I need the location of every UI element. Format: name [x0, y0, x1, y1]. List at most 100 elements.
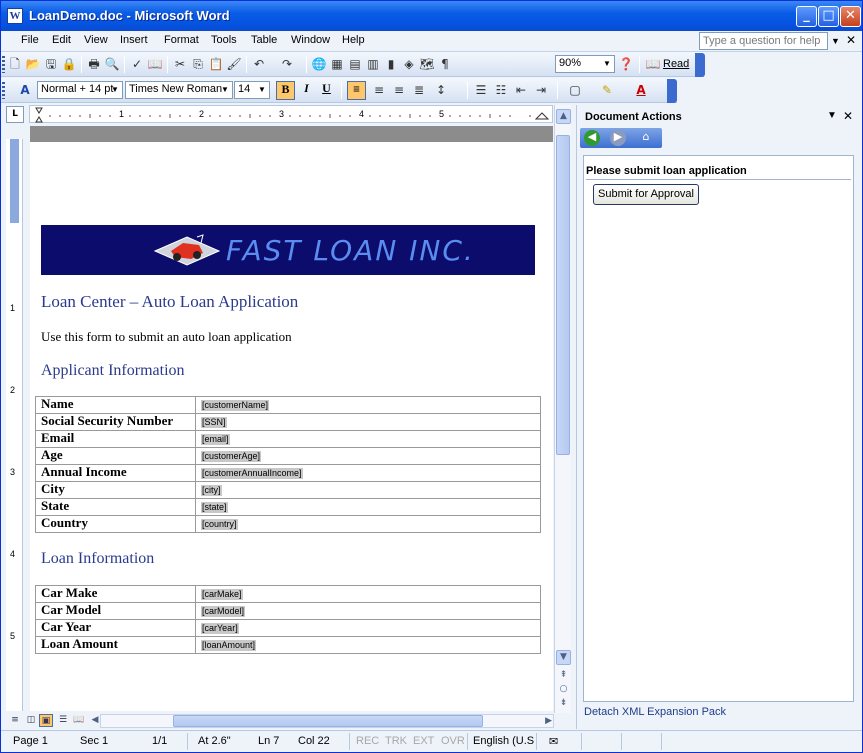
insert-table-icon[interactable]: ▤ — [347, 56, 363, 72]
toolbar-grip[interactable] — [2, 56, 5, 73]
field-label[interactable]: City — [35, 481, 196, 499]
tables-borders-icon[interactable]: ▦ — [329, 56, 345, 72]
field-label[interactable]: Loan Amount — [35, 636, 196, 654]
vertical-scrollbar[interactable]: ▲ ▼ ⇞ ○ ⇟ — [554, 105, 571, 713]
xml-field[interactable]: [carYear] — [195, 619, 541, 637]
vertical-scroll-thumb[interactable] — [556, 135, 570, 455]
menu-insert[interactable]: Insert — [120, 34, 148, 46]
field-label[interactable]: Car Year — [35, 619, 196, 637]
previous-page-icon[interactable]: ⇞ — [556, 669, 571, 684]
xml-field[interactable]: [customerName] — [195, 396, 541, 414]
toolbar-options-button[interactable] — [695, 53, 705, 77]
permission-icon[interactable]: 🔒 — [61, 56, 77, 72]
columns-icon[interactable]: ▮ — [383, 56, 399, 72]
increase-indent-icon[interactable]: ⇥ — [533, 82, 549, 98]
xml-tag[interactable]: [city] — [201, 485, 222, 496]
underline-button[interactable]: U — [317, 81, 336, 100]
xml-tag[interactable]: [state] — [201, 502, 228, 513]
horizontal-ruler[interactable]: 1 2 3 4 5 — [29, 105, 553, 123]
numbering-icon[interactable]: ☰ — [473, 82, 489, 98]
xml-tag[interactable]: [carModel] — [201, 606, 246, 617]
web-layout-icon[interactable]: ◫ — [24, 714, 38, 727]
bullets-icon[interactable]: ☷ — [493, 82, 509, 98]
xml-field[interactable]: [carMake] — [195, 585, 541, 603]
field-label[interactable]: Car Make — [35, 585, 196, 603]
submit-for-approval-button[interactable]: Submit for Approval — [593, 184, 699, 205]
borders-icon[interactable]: ▢ — [567, 82, 583, 98]
forward-icon[interactable]: ▶ — [610, 130, 626, 146]
status-rec[interactable]: REC — [356, 735, 379, 747]
xml-tag[interactable]: [carMake] — [201, 589, 243, 600]
xml-field[interactable]: [customerAnnualIncome] — [195, 464, 541, 482]
format-painter-icon[interactable]: 🖌 — [226, 56, 242, 72]
cut-icon[interactable]: ✂ — [172, 56, 188, 72]
menu-table[interactable]: Table — [251, 34, 277, 46]
field-label[interactable]: Age — [35, 447, 196, 465]
xml-field[interactable]: [email] — [195, 430, 541, 448]
menu-help[interactable]: Help — [342, 34, 365, 46]
spelling-status-icon[interactable]: ✉ — [549, 735, 558, 748]
field-label[interactable]: State — [35, 498, 196, 516]
paste-icon[interactable]: 📋 — [208, 56, 224, 72]
task-pane-menu-icon[interactable]: ▼ — [827, 110, 837, 121]
next-page-icon[interactable]: ⇟ — [556, 697, 571, 712]
applicant-heading[interactable]: Applicant Information — [41, 362, 185, 380]
read-icon[interactable]: 📖 — [645, 56, 661, 72]
horizontal-scrollbar[interactable]: ▶ — [100, 714, 554, 728]
align-left-icon[interactable]: ≡ — [347, 81, 366, 100]
loan-heading[interactable]: Loan Information — [41, 550, 154, 568]
chevron-down-icon[interactable]: ▼ — [601, 57, 613, 71]
toolbar-grip[interactable] — [2, 82, 5, 99]
new-document-icon[interactable]: 🗋 — [7, 56, 23, 72]
scroll-down-icon[interactable]: ▼ — [556, 650, 571, 665]
xml-tag[interactable]: [customerAnnualIncome] — [201, 468, 303, 479]
insert-excel-icon[interactable]: ▥ — [365, 56, 381, 72]
chevron-down-icon[interactable]: ▼ — [256, 83, 268, 97]
document-map-icon[interactable]: 🗺 — [419, 56, 435, 72]
xml-field[interactable]: [loanAmount] — [195, 636, 541, 654]
field-label[interactable]: Annual Income — [35, 464, 196, 482]
scroll-up-icon[interactable]: ▲ — [556, 109, 571, 124]
maximize-button[interactable]: □ — [818, 6, 839, 27]
status-language[interactable]: English (U.S — [473, 735, 534, 747]
menu-window[interactable]: Window — [291, 34, 330, 46]
xml-tag[interactable]: [SSN] — [201, 417, 227, 428]
menu-format[interactable]: Format — [164, 34, 199, 46]
decrease-indent-icon[interactable]: ⇤ — [513, 82, 529, 98]
chevron-down-icon[interactable]: ▼ — [109, 83, 121, 97]
xml-tag[interactable]: [email] — [201, 434, 230, 445]
field-label[interactable]: Email — [35, 430, 196, 448]
show-hide-icon[interactable]: ¶ — [437, 56, 453, 72]
task-pane-close-icon[interactable]: ✕ — [843, 109, 853, 123]
menu-edit[interactable]: Edit — [52, 34, 71, 46]
print-preview-icon[interactable]: 🔍 — [104, 56, 120, 72]
research-icon[interactable]: 📖 — [147, 56, 163, 72]
help-icon[interactable]: ❓ — [618, 56, 634, 72]
styles-icon[interactable]: A — [17, 82, 33, 98]
font-select[interactable]: Times New Roman ▼ — [125, 81, 233, 99]
field-label[interactable]: Name — [35, 396, 196, 414]
xml-field[interactable]: [carModel] — [195, 602, 541, 620]
select-browse-object-icon[interactable]: ○ — [556, 683, 571, 698]
minimize-button[interactable]: _ — [796, 6, 817, 27]
align-right-icon[interactable]: ≡ — [391, 82, 407, 98]
redo-icon[interactable]: ↷ — [279, 56, 295, 72]
detach-expansion-pack-link[interactable]: Detach XML Expansion Pack — [584, 706, 726, 718]
outline-view-icon[interactable]: ☰ — [56, 714, 70, 727]
xml-field[interactable]: [city] — [195, 481, 541, 499]
open-icon[interactable]: 📂 — [25, 56, 41, 72]
field-label[interactable]: Car Model — [35, 602, 196, 620]
print-icon[interactable]: 🖶 — [86, 56, 102, 72]
xml-field[interactable]: [customerAge] — [195, 447, 541, 465]
align-center-icon[interactable]: ≡ — [371, 82, 387, 98]
line-spacing-icon[interactable]: ↕ — [433, 82, 449, 98]
highlight-icon[interactable]: ✎ — [599, 82, 615, 98]
font-size-select[interactable]: 14 ▼ — [234, 81, 270, 99]
menu-view[interactable]: View — [84, 34, 108, 46]
help-dropdown-icon[interactable]: ▼ — [831, 36, 840, 46]
zoom-select[interactable]: 90% ▼ — [555, 55, 615, 73]
field-label[interactable]: Social Security Number — [35, 413, 196, 431]
font-color-icon[interactable]: A — [633, 82, 649, 98]
intro-text[interactable]: Use this form to submit an auto loan app… — [41, 329, 292, 345]
xml-field[interactable]: [state] — [195, 498, 541, 516]
